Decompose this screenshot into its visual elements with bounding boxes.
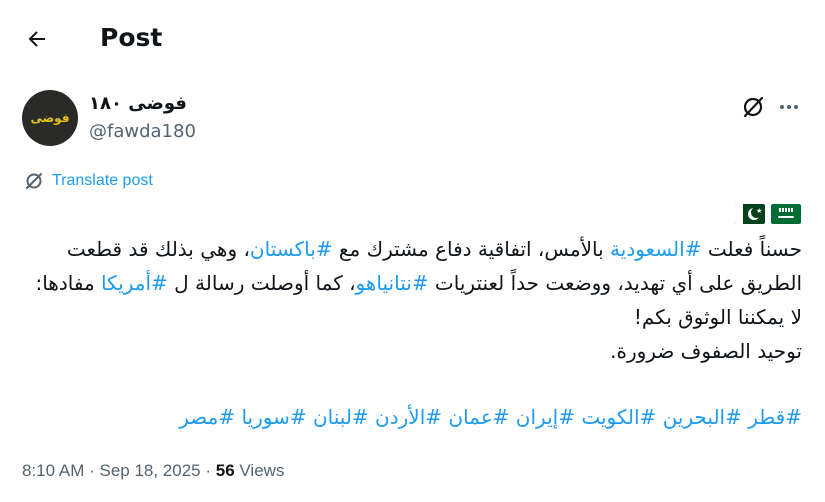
tweet-text-segment: حسناً فعلت [701, 237, 802, 261]
page-title: Post [100, 23, 163, 52]
meta-separator: · [84, 461, 100, 480]
more-options-button[interactable] [774, 92, 804, 122]
hashtag-link[interactable]: #الكويت [581, 405, 656, 429]
hashtag-link[interactable]: #مصر [179, 405, 235, 429]
grok-button[interactable] [738, 92, 768, 122]
tweet-text: حسناً فعلت #السعودية بالأمس، اتفاقية دفا… [24, 232, 802, 368]
back-button[interactable] [18, 20, 56, 58]
hashtag-link[interactable]: #السعودية [610, 237, 701, 261]
more-horizontal-icon [780, 105, 798, 109]
views-count: 56 [215, 461, 235, 480]
hashtag-link[interactable]: #عمان [448, 405, 509, 429]
translate-post-label: Translate post [52, 172, 153, 189]
avatar[interactable]: فوضى [22, 90, 78, 146]
tweet-paragraph-1: حسناً فعلت #السعودية بالأمس، اتفاقية دفا… [24, 232, 802, 334]
hashtag-link[interactable]: #باكستان [250, 237, 333, 261]
post-time[interactable]: 8:10 AM [22, 461, 84, 481]
post-metadata: 8:10 AM · Sep 18, 2025 · 56 Views [22, 458, 284, 484]
post-date[interactable]: Sep 18, 2025 [99, 461, 200, 481]
saudi-arabia-flag [771, 204, 801, 224]
tweet-text-segment: ، كما أوصلت رسالة ل [167, 271, 356, 295]
avatar-logo-text: فوضى [30, 111, 70, 125]
hashtag-link[interactable]: #البحرين [663, 405, 742, 429]
hashtag-link[interactable]: #الأردن [375, 405, 442, 429]
hashtags-line: #قطر #البحرين #الكويت #إيران #عمان #الأر… [24, 400, 802, 434]
translate-post-link[interactable]: Translate post [24, 170, 153, 192]
hashtag-link[interactable]: #أمريكا [101, 271, 168, 295]
pakistan-flag: ★ [735, 204, 765, 224]
author-row: فوضى فوضى ١٨٠ @fawda180 [22, 90, 804, 150]
author-handle[interactable]: @fawda180 [89, 120, 196, 144]
author-display-name[interactable]: فوضى ١٨٠ [89, 92, 187, 116]
hashtag-link[interactable]: #قطر [748, 405, 802, 429]
tweet-text-segment: بالأمس، اتفاقية دفاع مشترك مع [332, 237, 611, 261]
flags-row: ★ [735, 204, 801, 224]
grok-icon [743, 96, 764, 118]
hashtag-link[interactable]: #نتانياهو [356, 271, 429, 295]
post-header: Post [0, 0, 825, 76]
views-label: Views [234, 461, 285, 480]
hashtag-link[interactable]: #لبنان [313, 405, 369, 429]
hashtag-link[interactable]: #إيران [516, 405, 575, 429]
translate-icon [26, 173, 42, 189]
meta-separator: · [200, 461, 216, 480]
hashtag-link[interactable]: #سوريا [241, 405, 306, 429]
tweet-paragraph-2: توحيد الصفوف ضرورة. [610, 339, 802, 363]
arrow-left-icon [28, 31, 45, 47]
